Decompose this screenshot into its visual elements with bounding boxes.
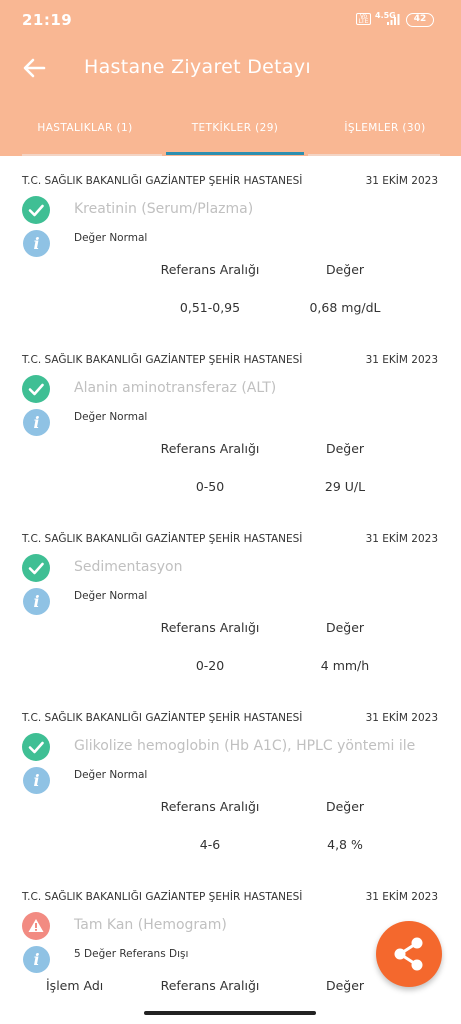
status-bar: 21:19 Vo LTE 4.5G 42 <box>0 0 461 36</box>
reference-header: Referans Aralığı <box>160 620 260 635</box>
reference-header: Referans Aralığı <box>160 978 260 993</box>
hospital-name: T.C. SAĞLIK BAKANLIĞI GAZİANTEP ŞEHİR HA… <box>22 891 303 903</box>
check-icon <box>22 554 50 582</box>
test-name: Kreatinin (Serum/Plazma) <box>74 201 254 217</box>
hospital-name: T.C. SAĞLIK BAKANLIĞI GAZİANTEP ŞEHİR HA… <box>22 712 303 724</box>
reference-range: 0-20 <box>195 658 225 673</box>
volte-icon: Vo LTE <box>356 13 371 25</box>
share-button[interactable] <box>376 921 442 987</box>
test-date: 31 EKİM 2023 <box>365 891 438 903</box>
test-date: 31 EKİM 2023 <box>365 712 438 724</box>
test-value: 4,8 % <box>327 837 363 852</box>
info-icon[interactable]: i <box>23 946 50 973</box>
tab-islemler[interactable]: İŞLEMLER (30) <box>310 100 460 156</box>
check-icon <box>22 733 50 761</box>
test-date: 31 EKİM 2023 <box>365 533 438 545</box>
status-text: Değer Normal <box>74 590 148 602</box>
page-title: Hastane Ziyaret Detayı <box>84 56 311 78</box>
signal-icon <box>387 14 400 25</box>
status-time: 21:19 <box>22 11 73 29</box>
test-name: Alanin aminotransferaz (ALT) <box>74 380 277 396</box>
reference-range: 0-50 <box>195 479 225 494</box>
info-icon[interactable]: i <box>23 230 50 257</box>
hospital-name: T.C. SAĞLIK BAKANLIĞI GAZİANTEP ŞEHİR HA… <box>22 354 303 366</box>
check-icon <box>22 196 50 224</box>
tab-bar: HASTALIKLAR (1) TETKİKLER (29) İŞLEMLER … <box>0 100 461 156</box>
tab-tetkikler[interactable]: TETKİKLER (29) <box>160 100 310 156</box>
reference-range: 0,51-0,95 <box>179 300 241 315</box>
test-name: Tam Kan (Hemogram) <box>74 917 227 933</box>
test-card[interactable]: T.C. SAĞLIK BAKANLIĞI GAZİANTEP ŞEHİR HA… <box>0 335 461 513</box>
app-bar: Hastane Ziyaret Detayı <box>0 36 461 100</box>
status-text: Değer Normal <box>74 411 148 423</box>
home-indicator[interactable] <box>144 1011 316 1015</box>
test-card[interactable]: T.C. SAĞLIK BAKANLIĞI GAZİANTEP ŞEHİR HA… <box>0 514 461 692</box>
status-text: 5 Değer Referans Dışı <box>74 948 189 960</box>
reference-range: 4-6 <box>199 837 221 852</box>
test-value: 0,68 mg/dL <box>309 300 381 315</box>
battery-icon: 42 <box>406 13 434 27</box>
value-header: Değer <box>325 441 365 456</box>
value-header: Değer <box>325 262 365 277</box>
info-icon[interactable]: i <box>23 588 50 615</box>
name-header: İşlem Adı <box>46 978 104 993</box>
info-icon[interactable]: i <box>23 409 50 436</box>
test-name: Sedimentasyon <box>74 559 183 575</box>
status-text: Değer Normal <box>74 769 148 781</box>
test-date: 31 EKİM 2023 <box>365 175 438 187</box>
test-value: 29 U/L <box>324 479 366 494</box>
reference-header: Referans Aralığı <box>160 441 260 456</box>
hospital-name: T.C. SAĞLIK BAKANLIĞI GAZİANTEP ŞEHİR HA… <box>22 533 303 545</box>
reference-header: Referans Aralığı <box>160 799 260 814</box>
test-card[interactable]: T.C. SAĞLIK BAKANLIĞI GAZİANTEP ŞEHİR HA… <box>0 693 461 871</box>
hospital-name: T.C. SAĞLIK BAKANLIĞI GAZİANTEP ŞEHİR HA… <box>22 175 303 187</box>
status-text: Değer Normal <box>74 232 148 244</box>
share-icon <box>394 937 423 971</box>
test-value: 4 mm/h <box>320 658 370 673</box>
test-date: 31 EKİM 2023 <box>365 354 438 366</box>
test-list[interactable]: T.C. SAĞLIK BAKANLIĞI GAZİANTEP ŞEHİR HA… <box>0 156 461 1024</box>
value-header: Değer <box>325 799 365 814</box>
active-tab-indicator <box>166 152 304 155</box>
reference-header: Referans Aralığı <box>160 262 260 277</box>
test-name: Glikolize hemoglobin (Hb A1C), HPLC yönt… <box>74 738 416 754</box>
check-icon <box>22 375 50 403</box>
tab-hastaliklar[interactable]: HASTALIKLAR (1) <box>10 100 160 156</box>
back-arrow-icon[interactable] <box>20 54 48 82</box>
info-icon[interactable]: i <box>23 767 50 794</box>
test-card[interactable]: T.C. SAĞLIK BAKANLIĞI GAZİANTEP ŞEHİR HA… <box>0 156 461 334</box>
value-header: Değer <box>325 620 365 635</box>
warning-icon <box>22 912 50 940</box>
